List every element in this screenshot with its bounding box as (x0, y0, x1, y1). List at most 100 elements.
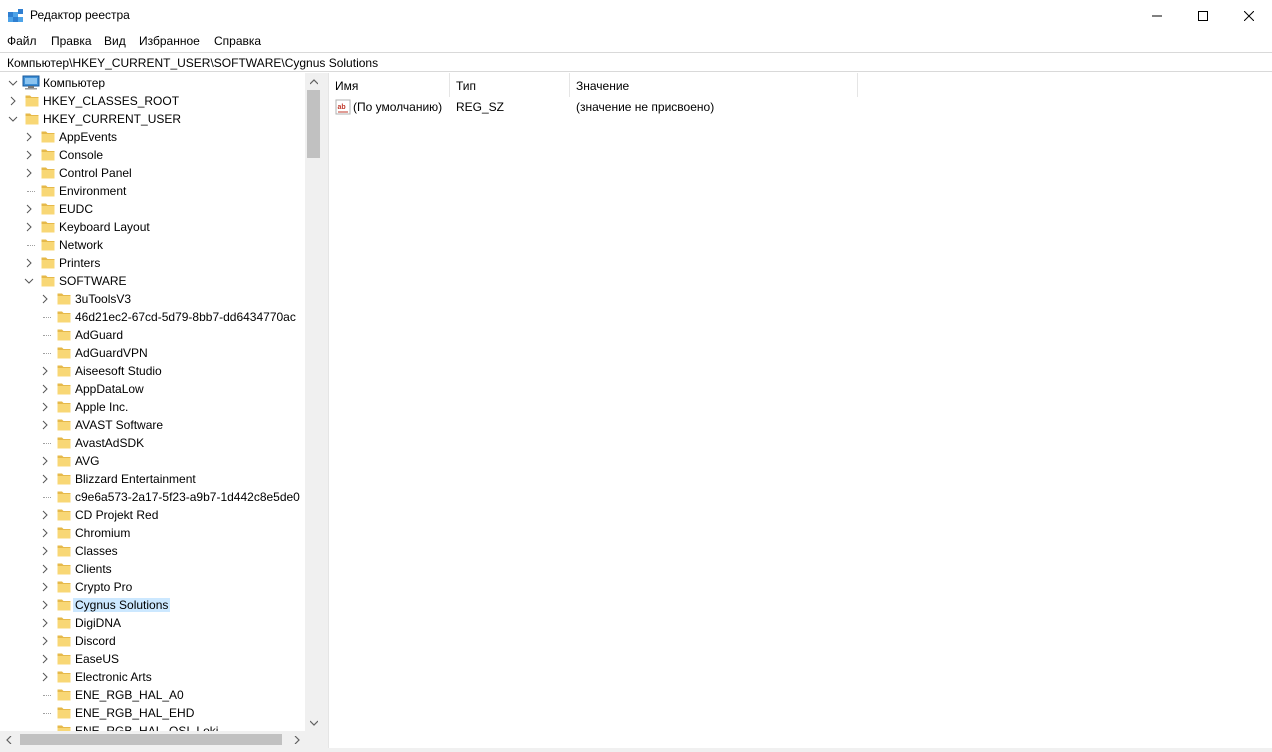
tree-item[interactable]: ENE_RGB_HAL_A0 (0, 686, 305, 704)
string-value-icon: ab (335, 99, 351, 115)
menu-help[interactable]: Справка (214, 34, 261, 48)
menu-file[interactable]: Файл (7, 34, 37, 48)
address-bar[interactable]: Компьютер\HKEY_CURRENT_USER\SOFTWARE\Cyg… (0, 52, 1272, 72)
scroll-left-button[interactable] (0, 731, 17, 748)
tree-item[interactable]: Crypto Pro (0, 578, 305, 596)
tree-item[interactable]: Aiseesoft Studio (0, 362, 305, 380)
folder-icon (57, 563, 71, 575)
chevron-right-icon[interactable] (24, 168, 34, 178)
tree-item[interactable]: Cygnus Solutions (0, 596, 305, 614)
chevron-right-icon[interactable] (40, 420, 50, 430)
chevron-right-icon[interactable] (40, 294, 50, 304)
tree-item[interactable]: Keyboard Layout (0, 218, 305, 236)
chevron-right-icon[interactable] (40, 528, 50, 538)
tree-item-label: Electronic Arts (75, 670, 152, 684)
chevron-right-icon (294, 735, 300, 744)
chevron-right-icon[interactable] (40, 654, 50, 664)
tree-item[interactable]: CD Projekt Red (0, 506, 305, 524)
chevron-right-icon[interactable] (40, 474, 50, 484)
column-header-data[interactable]: Значение (570, 73, 858, 97)
tree-item[interactable]: Network (0, 236, 305, 254)
tree-item[interactable]: Discord (0, 632, 305, 650)
tree-item[interactable]: Blizzard Entertainment (0, 470, 305, 488)
vertical-scroll-thumb[interactable] (307, 90, 320, 158)
title-bar[interactable]: Редактор реестра (0, 0, 1272, 31)
chevron-down-icon[interactable] (8, 78, 18, 88)
tree-item[interactable]: DigiDNA (0, 614, 305, 632)
tree-item[interactable]: Chromium (0, 524, 305, 542)
chevron-right-icon[interactable] (40, 402, 50, 412)
tree-item[interactable]: Control Panel (0, 164, 305, 182)
tree-item[interactable]: HKEY_CURRENT_USER (0, 110, 305, 128)
tree-item[interactable]: Electronic Arts (0, 668, 305, 686)
values-list[interactable]: Имя Тип Значение ab (По умолчанию) REG_S… (328, 73, 1272, 752)
chevron-right-icon[interactable] (40, 510, 50, 520)
chevron-right-icon[interactable] (40, 456, 50, 466)
chevron-right-icon[interactable] (24, 150, 34, 160)
maximize-button[interactable] (1180, 0, 1226, 31)
tree-item[interactable]: HKEY_CLASSES_ROOT (0, 92, 305, 110)
column-header-name[interactable]: Имя (329, 73, 450, 97)
tree-item[interactable]: AdGuard (0, 326, 305, 344)
menu-favorites[interactable]: Избранное (139, 34, 200, 48)
tree-item[interactable]: EUDC (0, 200, 305, 218)
scroll-up-button[interactable] (305, 73, 322, 90)
address-path[interactable]: Компьютер\HKEY_CURRENT_USER\SOFTWARE\Cyg… (7, 56, 378, 70)
tree-item[interactable]: Classes (0, 542, 305, 560)
tree-connector (27, 191, 35, 192)
value-row[interactable]: ab (По умолчанию) REG_SZ (значение не пр… (329, 98, 1029, 116)
chevron-right-icon[interactable] (40, 618, 50, 628)
chevron-right-icon[interactable] (40, 564, 50, 574)
tree-item-label: c9e6a573-2a17-5f23-a9b7-1d442c8e5de0 (75, 490, 300, 504)
chevron-right-icon[interactable] (40, 672, 50, 682)
scroll-right-button[interactable] (288, 731, 305, 748)
tree-item[interactable]: Clients (0, 560, 305, 578)
tree-item[interactable]: 3uToolsV3 (0, 290, 305, 308)
tree-item[interactable]: SOFTWARE (0, 272, 305, 290)
tree-item[interactable]: AvastAdSDK (0, 434, 305, 452)
chevron-right-icon[interactable] (40, 384, 50, 394)
tree-item[interactable]: Console (0, 146, 305, 164)
tree-item[interactable]: EaseUS (0, 650, 305, 668)
column-header-type[interactable]: Тип (450, 73, 570, 97)
chevron-down-icon[interactable] (24, 276, 34, 286)
registry-tree[interactable]: Компьютер HKEY_CLASSES_ROOT HKEY_CURRENT_… (0, 73, 322, 752)
tree-item-label: Crypto Pro (75, 580, 133, 594)
chevron-right-icon[interactable] (40, 582, 50, 592)
tree-vertical-scrollbar[interactable] (305, 73, 322, 731)
horizontal-scroll-thumb[interactable] (20, 734, 282, 745)
chevron-right-icon[interactable] (40, 366, 50, 376)
menu-view[interactable]: Вид (104, 34, 126, 48)
chevron-right-icon[interactable] (40, 636, 50, 646)
tree-item[interactable]: AVAST Software (0, 416, 305, 434)
chevron-right-icon[interactable] (40, 600, 50, 610)
tree-item-label: Aiseesoft Studio (75, 364, 162, 378)
tree-item[interactable]: 46d21ec2-67cd-5d79-8bb7-dd6434770ac (0, 308, 305, 326)
chevron-right-icon[interactable] (24, 204, 34, 214)
chevron-right-icon[interactable] (24, 132, 34, 142)
tree-item[interactable]: AppEvents (0, 128, 305, 146)
chevron-right-icon[interactable] (40, 546, 50, 556)
tree-root[interactable]: Компьютер (0, 74, 305, 92)
tree-item[interactable]: Printers (0, 254, 305, 272)
tree-item[interactable]: c9e6a573-2a17-5f23-a9b7-1d442c8e5de0 (0, 488, 305, 506)
chevron-down-icon[interactable] (8, 114, 18, 124)
column-data-label: Значение (576, 79, 630, 93)
chevron-right-icon[interactable] (8, 96, 18, 106)
chevron-right-icon[interactable] (24, 258, 34, 268)
folder-icon (57, 473, 71, 485)
tree-item[interactable]: Environment (0, 182, 305, 200)
tree-horizontal-scrollbar[interactable] (0, 731, 305, 748)
close-button[interactable] (1226, 0, 1272, 31)
folder-icon (41, 131, 55, 143)
tree-item[interactable]: ENE_RGB_HAL_EHD (0, 704, 305, 722)
chevron-right-icon[interactable] (24, 222, 34, 232)
tree-item[interactable]: AppDataLow (0, 380, 305, 398)
tree-item[interactable]: Apple Inc. (0, 398, 305, 416)
tree-item[interactable]: AdGuardVPN (0, 344, 305, 362)
menu-edit[interactable]: Правка (51, 34, 92, 48)
minimize-button[interactable] (1134, 0, 1180, 31)
window-bottom-border (0, 748, 1272, 752)
tree-item[interactable]: AVG (0, 452, 305, 470)
scroll-down-button[interactable] (305, 714, 322, 731)
